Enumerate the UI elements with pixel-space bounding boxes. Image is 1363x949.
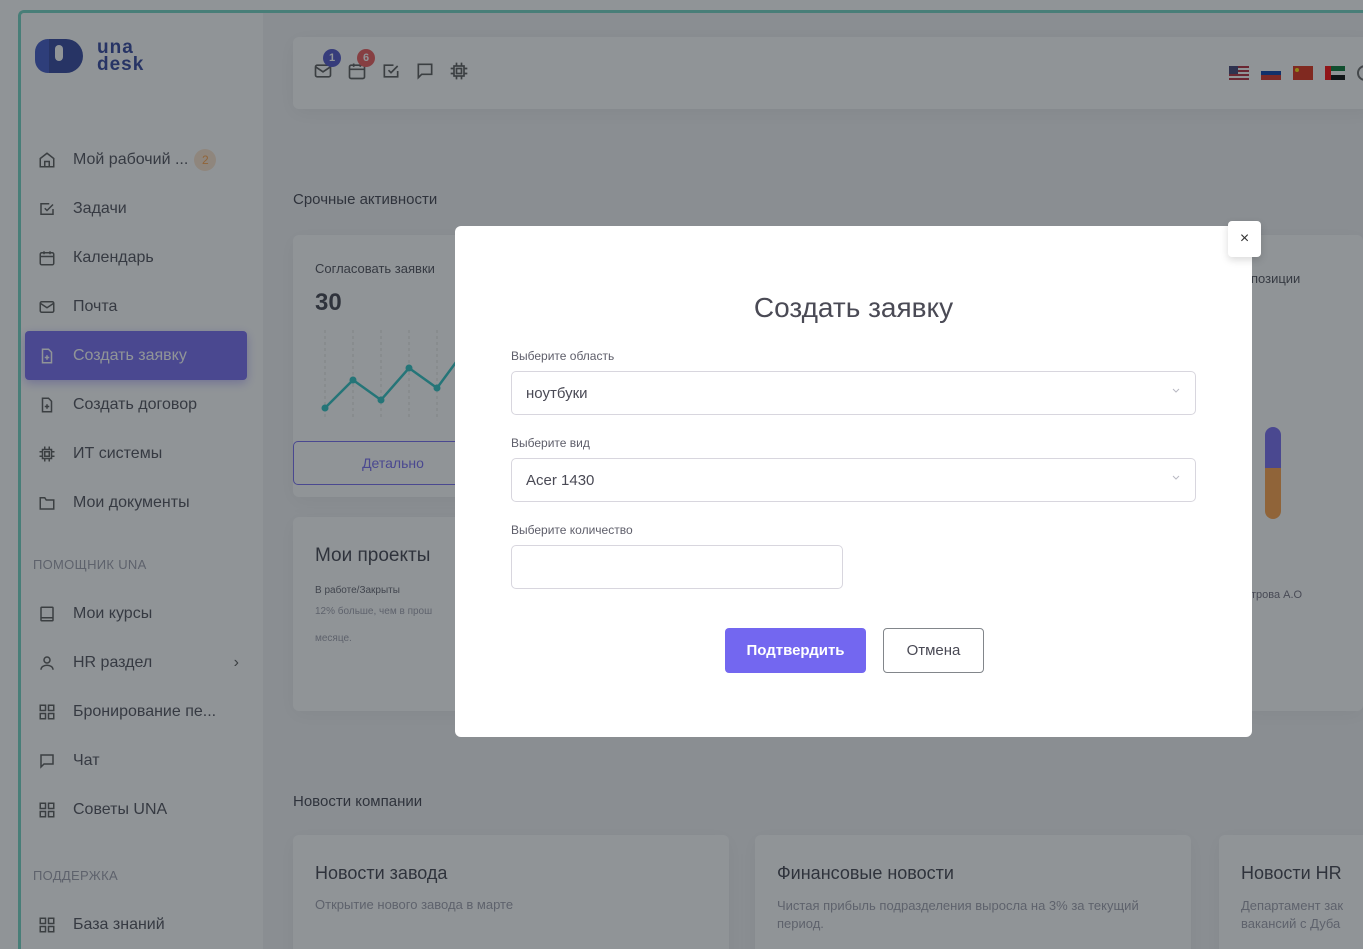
area-field-label: Выберите область	[511, 349, 615, 363]
quantity-field-label: Выберите количество	[511, 523, 633, 537]
close-button[interactable]: ×	[1228, 221, 1261, 257]
create-request-modal: Создать заявку Выберите область ноутбуки…	[455, 226, 1252, 737]
chevron-down-icon	[1172, 388, 1180, 393]
area-select-value: ноутбуки	[526, 384, 588, 402]
modal-title: Создать заявку	[753, 292, 954, 323]
close-icon: ×	[1239, 230, 1250, 247]
confirm-button[interactable]: Подтвердить	[725, 628, 866, 673]
type-select-value: Acer 1430	[526, 471, 595, 489]
cancel-button[interactable]: Отмена	[883, 628, 984, 673]
area-select[interactable]: ноутбуки	[511, 371, 1196, 415]
type-select[interactable]: Acer 1430	[511, 458, 1196, 502]
chevron-down-icon	[1172, 475, 1180, 480]
quantity-input[interactable]	[511, 545, 843, 589]
type-field-label: Выберите вид	[511, 436, 590, 450]
